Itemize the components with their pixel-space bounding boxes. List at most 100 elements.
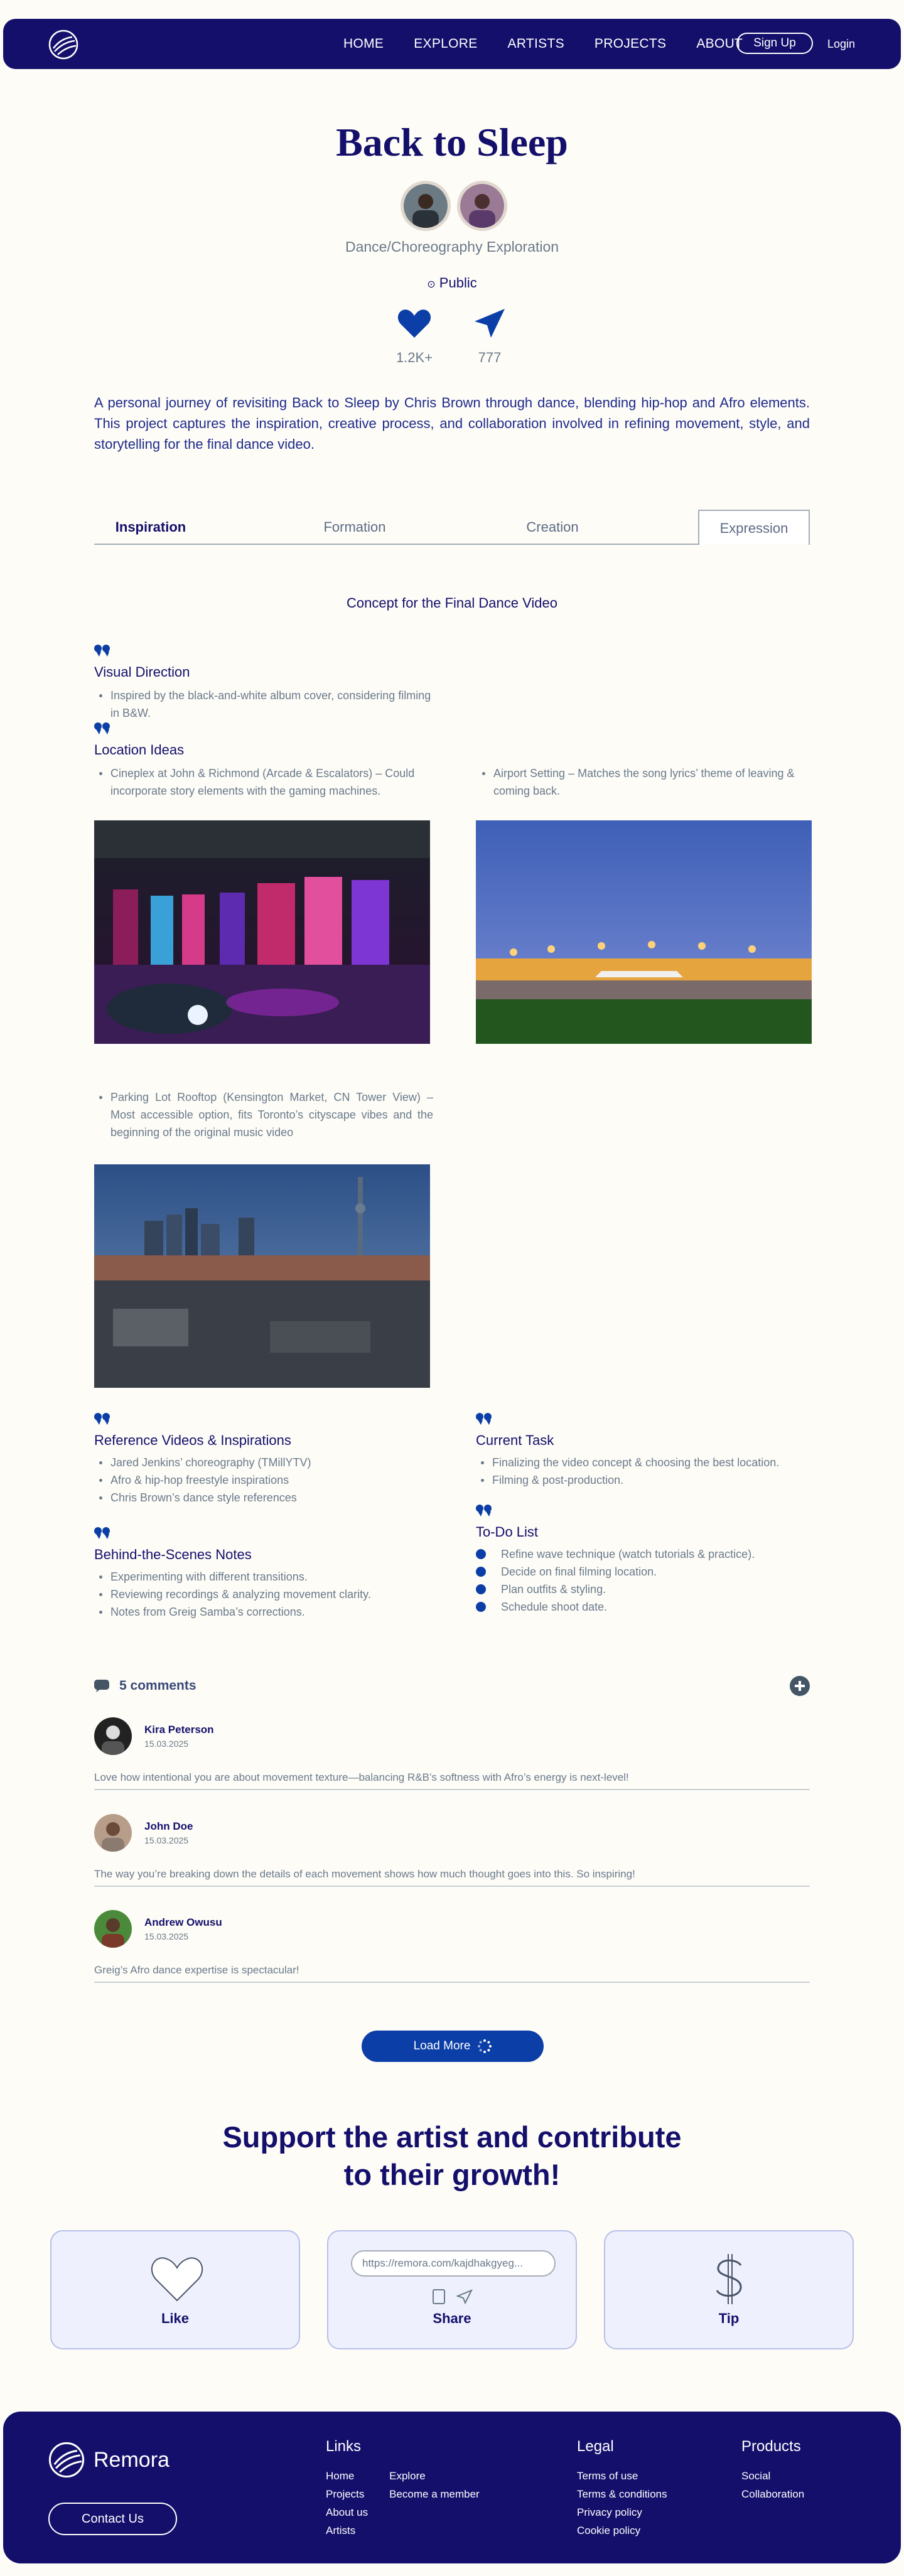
quote-icon (94, 1527, 110, 1539)
tab-creation[interactable]: Creation (490, 510, 615, 545)
list-item: Reviewing recordings & analyzing movemen… (94, 1586, 433, 1603)
footer-link[interactable]: Privacy policy (577, 2503, 667, 2521)
todo-item[interactable]: Decide on final filming location. (476, 1563, 815, 1580)
comments-header: 5 comments (94, 1675, 810, 1697)
commenter-name[interactable]: John Doe (144, 1820, 193, 1833)
visibility-text: Public (439, 275, 477, 291)
send-icon[interactable] (456, 2289, 473, 2304)
footer-link[interactable]: Home (326, 2467, 368, 2485)
check-icon[interactable] (476, 1549, 486, 1559)
share-stat[interactable]: 777 (465, 308, 515, 366)
list-item: Chris Brown’s dance style references (94, 1489, 433, 1506)
footer-link[interactable]: Projects (326, 2485, 368, 2503)
commenter-name[interactable]: Andrew Owusu (144, 1916, 222, 1929)
nav-artists[interactable]: ARTISTS (508, 36, 564, 51)
nav-home[interactable]: HOME (343, 36, 384, 51)
like-label: Like (161, 2310, 190, 2326)
support-line-2: to their growth! (343, 2158, 561, 2191)
concept-heading: Concept for the Final Dance Video (347, 595, 557, 611)
tab-formation[interactable]: Formation (292, 510, 417, 545)
quote-icon (94, 722, 110, 734)
links-heading: Links (326, 2438, 362, 2455)
footer-products: Products Social Collaboration (741, 2438, 804, 2503)
comment-item: John Doe 15.03.2025 The way you’re break… (94, 1814, 810, 1887)
heart-icon (151, 2257, 203, 2302)
project-category: Dance/Choreography Exploration (345, 239, 559, 255)
like-stat[interactable]: 1.2K+ (389, 308, 439, 366)
footer-link[interactable]: Social (741, 2467, 804, 2485)
collaborator-avatars (401, 181, 507, 231)
tip-label: Tip (718, 2310, 740, 2326)
commenter-name[interactable]: Kira Peterson (144, 1724, 214, 1736)
footer-link[interactable]: Explore (389, 2467, 480, 2485)
footer-links: Links Home Projects About us Artists Exp… (326, 2438, 480, 2540)
tab-expression[interactable]: Expression (698, 510, 810, 545)
project-description: A personal journey of revisiting Back to… (94, 395, 810, 452)
share-url-field[interactable]: https://remora.com/kajdhakgyeg... (351, 2250, 556, 2277)
like-count: 1.2K+ (396, 350, 433, 365)
comment-item: Kira Peterson 15.03.2025 Love how intent… (94, 1717, 810, 1790)
nav-explore[interactable]: EXPLORE (414, 36, 477, 51)
current-task-list: Finalizing the video concept & choosing … (476, 1454, 815, 1489)
share-card[interactable]: https://remora.com/kajdhakgyeg... Share (327, 2230, 577, 2349)
footer-link[interactable]: Artists (326, 2521, 368, 2540)
todo-list: Refine wave technique (watch tutorials &… (476, 1545, 815, 1616)
footer-brand[interactable]: Remora (48, 2442, 170, 2478)
legal-heading: Legal (577, 2438, 614, 2455)
todo-text: Schedule shoot date. (501, 1601, 608, 1613)
tab-inspiration[interactable]: Inspiration (94, 510, 207, 545)
footer-link[interactable]: Cookie policy (577, 2521, 667, 2540)
site-footer: Remora Contact Us Links Home Projects Ab… (3, 2412, 901, 2563)
location-list-left: Cineplex at John & Richmond (Arcade & Es… (94, 765, 433, 800)
todo-text: Decide on final filming location. (501, 1565, 657, 1578)
nav-projects[interactable]: PROJECTS (595, 36, 666, 51)
dollar-icon (716, 2254, 742, 2304)
footer-link[interactable]: Terms & conditions (577, 2485, 667, 2503)
airport-photo (476, 820, 812, 1044)
comment-text: Love how intentional you are about movem… (94, 1771, 629, 1783)
todo-heading: To-Do List (476, 1524, 539, 1540)
check-icon[interactable] (476, 1584, 486, 1594)
comment-text: The way you’re breaking down the details… (94, 1868, 635, 1880)
copy-icon[interactable] (433, 2289, 445, 2304)
list-item: Finalizing the video concept & choosing … (476, 1454, 815, 1471)
check-icon[interactable] (476, 1567, 486, 1577)
footer-legal: Legal Terms of use Terms & conditions Pr… (577, 2438, 667, 2540)
avatar[interactable] (401, 181, 451, 231)
current-task-heading: Current Task (476, 1432, 554, 1448)
todo-item[interactable]: Refine wave technique (watch tutorials &… (476, 1545, 815, 1563)
plus-circle-icon[interactable] (790, 1676, 810, 1696)
comment-text: Greig’s Afro dance expertise is spectacu… (94, 1964, 299, 1976)
todo-text: Plan outfits & styling. (501, 1583, 606, 1596)
visual-direction-list: Inspired by the black-and-white album co… (94, 687, 433, 722)
remora-logo-icon[interactable] (48, 30, 78, 60)
contact-us-button[interactable]: Contact Us (48, 2503, 177, 2535)
like-card[interactable]: Like (50, 2230, 300, 2349)
share-label: Share (433, 2310, 471, 2326)
signup-button[interactable]: Sign Up (736, 33, 813, 54)
spinner-icon (478, 2039, 492, 2053)
avatar[interactable] (457, 181, 507, 231)
avatar[interactable] (94, 1717, 132, 1755)
products-heading: Products (741, 2438, 801, 2455)
todo-item[interactable]: Schedule shoot date. (476, 1598, 815, 1616)
load-more-button[interactable]: Load More (362, 2031, 544, 2062)
footer-link[interactable]: About us (326, 2503, 368, 2521)
footer-link[interactable]: Terms of use (577, 2467, 667, 2485)
footer-link[interactable]: Collaboration (741, 2485, 804, 2503)
reference-videos-list: Jared Jenkins’ choreography (TMillYTV) A… (94, 1454, 433, 1506)
avatar[interactable] (94, 1814, 132, 1852)
location-list-left-2: Parking Lot Rooftop (Kensington Market, … (94, 1088, 433, 1141)
comment-date: 15.03.2025 (144, 1835, 189, 1845)
heart-icon (397, 309, 431, 338)
quote-icon (94, 1413, 110, 1425)
tip-card[interactable]: Tip (604, 2230, 854, 2349)
check-icon[interactable] (476, 1602, 486, 1612)
todo-item[interactable]: Plan outfits & styling. (476, 1580, 815, 1598)
location-list-right: Airport Setting – Matches the song lyric… (477, 765, 810, 800)
login-link[interactable]: Login (827, 19, 855, 69)
support-heading: Support the artist and contribute to the… (0, 2118, 904, 2194)
avatar[interactable] (94, 1910, 132, 1948)
footer-link[interactable]: Become a member (389, 2485, 480, 2503)
comment-count: 5 comments (119, 1678, 196, 1693)
